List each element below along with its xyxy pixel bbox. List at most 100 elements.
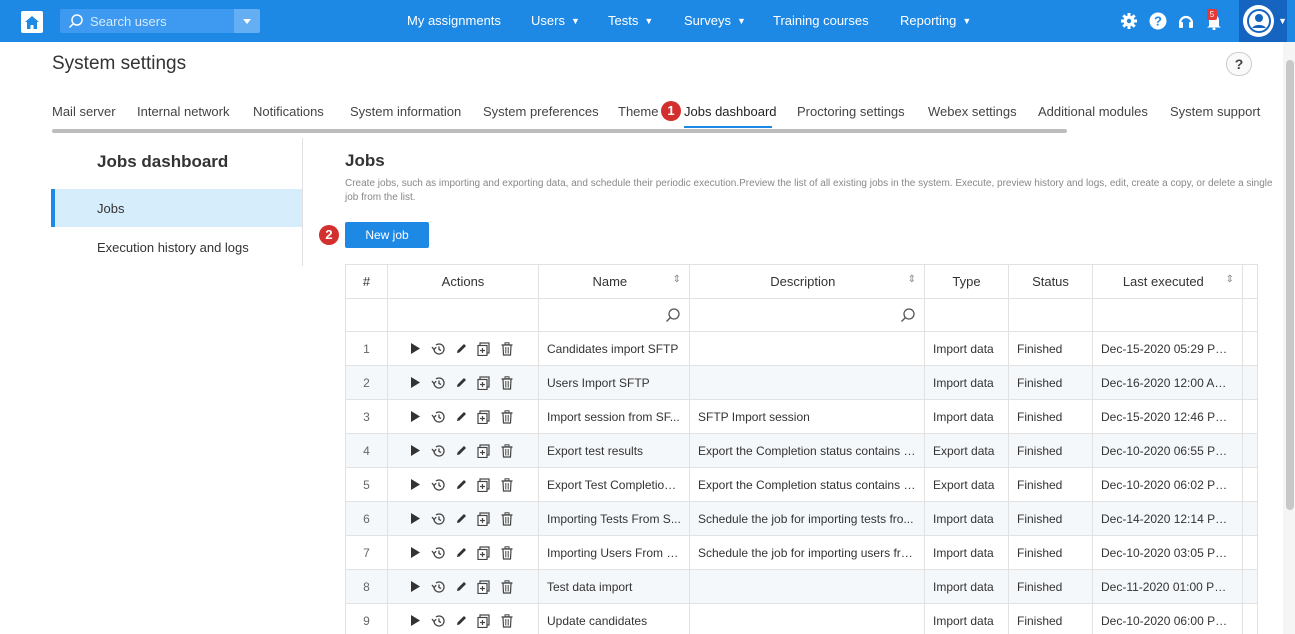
history-icon[interactable] [431, 580, 445, 594]
edit-icon[interactable] [454, 478, 468, 492]
sidebar-item-execution-history[interactable]: Execution history and logs [51, 228, 302, 266]
nav-reporting[interactable]: Reporting ▼ [900, 13, 971, 28]
table-row[interactable]: 8 Test data import Import data Finished … [345, 569, 1258, 604]
headset-icon[interactable] [1175, 10, 1197, 32]
page-scrollbar-thumb[interactable] [1286, 60, 1294, 510]
search-dropdown-toggle[interactable] [234, 9, 260, 33]
tab-webex-settings[interactable]: Webex settings [928, 104, 1017, 119]
table-row[interactable]: 6 Importing Tests From S... Schedule the… [345, 501, 1258, 536]
history-icon[interactable] [431, 512, 445, 526]
edit-icon[interactable] [454, 410, 468, 424]
delete-icon[interactable] [500, 579, 514, 594]
table-row[interactable]: 4 Export test results Export the Complet… [345, 433, 1258, 468]
copy-icon[interactable] [477, 477, 491, 492]
table-row[interactable]: 5 Export Test Completion ... Export the … [345, 467, 1258, 502]
edit-icon[interactable] [454, 546, 468, 560]
delete-icon[interactable] [500, 341, 514, 356]
execute-icon[interactable] [408, 376, 422, 390]
edit-icon[interactable] [454, 614, 468, 628]
row-actions-cell [387, 433, 539, 468]
search-icon[interactable] [665, 307, 681, 323]
history-icon[interactable] [431, 376, 445, 390]
home-icon[interactable] [21, 11, 43, 33]
execute-icon[interactable] [408, 478, 422, 492]
tab-internal-network[interactable]: Internal network [137, 104, 230, 119]
delete-icon[interactable] [500, 477, 514, 492]
table-row[interactable]: 1 Candidates import SFTP Import data Fin… [345, 331, 1258, 366]
edit-icon[interactable] [454, 580, 468, 594]
execute-icon[interactable] [408, 342, 422, 356]
table-row[interactable]: 9 Update candidates Import data Finished… [345, 603, 1258, 634]
copy-icon[interactable] [477, 613, 491, 628]
tab-system-information[interactable]: System information [350, 104, 461, 119]
history-icon[interactable] [431, 410, 445, 424]
execute-icon[interactable] [408, 444, 422, 458]
delete-icon[interactable] [500, 545, 514, 560]
edit-icon[interactable] [454, 512, 468, 526]
tab-notifications[interactable]: Notifications [253, 104, 324, 119]
execute-icon[interactable] [408, 546, 422, 560]
tab-additional-modules[interactable]: Additional modules [1038, 104, 1148, 119]
page-help-button[interactable]: ? [1226, 52, 1252, 76]
history-icon[interactable] [431, 546, 445, 560]
row-description [689, 603, 925, 634]
row-name: Import session from SF... [538, 399, 690, 434]
history-icon[interactable] [431, 342, 445, 356]
step-marker-2: 2 [319, 225, 339, 245]
table-row[interactable]: 2 Users Import SFTP Import data Finished… [345, 365, 1258, 400]
description-filter[interactable] [689, 298, 925, 332]
table-row[interactable]: 3 Import session from SF... SFTP Import … [345, 399, 1258, 434]
history-icon[interactable] [431, 478, 445, 492]
delete-icon[interactable] [500, 375, 514, 390]
execute-icon[interactable] [408, 512, 422, 526]
sort-icon[interactable]: ⇕ [908, 274, 916, 285]
nav-tests[interactable]: Tests ▼ [608, 13, 653, 28]
history-icon[interactable] [431, 614, 445, 628]
copy-icon[interactable] [477, 341, 491, 356]
user-menu[interactable]: ▼ [1239, 0, 1287, 42]
copy-icon[interactable] [477, 409, 491, 424]
nav-my-assignments[interactable]: My assignments [407, 13, 501, 28]
execute-icon[interactable] [408, 614, 422, 628]
gear-icon[interactable] [1118, 10, 1140, 32]
tab-system-preferences[interactable]: System preferences [483, 104, 599, 119]
sort-icon[interactable]: ⇕ [1226, 274, 1234, 285]
edit-icon[interactable] [454, 342, 468, 356]
edit-icon[interactable] [454, 376, 468, 390]
search-users-box[interactable] [60, 9, 260, 33]
caret-down-icon: ▼ [644, 16, 654, 26]
nav-training-courses[interactable]: Training courses [773, 13, 869, 28]
new-job-button[interactable]: New job [345, 222, 429, 248]
name-filter[interactable] [538, 298, 690, 332]
column-header-name[interactable]: Name ⇕ [538, 264, 690, 299]
copy-icon[interactable] [477, 375, 491, 390]
tab-theme[interactable]: Theme [618, 104, 658, 119]
tab-jobs-dashboard[interactable]: Jobs dashboard [684, 104, 777, 119]
copy-icon[interactable] [477, 579, 491, 594]
tabs-scrollbar[interactable] [52, 129, 1067, 133]
column-header-last-executed[interactable]: Last executed ⇕ [1092, 264, 1243, 299]
copy-icon[interactable] [477, 545, 491, 560]
execute-icon[interactable] [408, 410, 422, 424]
delete-icon[interactable] [500, 409, 514, 424]
table-row[interactable]: 7 Importing Users From F... Schedule the… [345, 535, 1258, 570]
delete-icon[interactable] [500, 511, 514, 526]
nav-users[interactable]: Users ▼ [531, 13, 580, 28]
search-users-input[interactable] [90, 13, 230, 29]
delete-icon[interactable] [500, 613, 514, 628]
tab-proctoring-settings[interactable]: Proctoring settings [797, 104, 905, 119]
sort-icon[interactable]: ⇕ [673, 274, 681, 285]
edit-icon[interactable] [454, 444, 468, 458]
tab-mail-server[interactable]: Mail server [52, 104, 116, 119]
help-icon[interactable]: ? [1147, 10, 1169, 32]
execute-icon[interactable] [408, 580, 422, 594]
search-icon[interactable] [900, 307, 916, 323]
copy-icon[interactable] [477, 511, 491, 526]
nav-surveys[interactable]: Surveys ▼ [684, 13, 746, 28]
sidebar-item-jobs[interactable]: Jobs [51, 189, 302, 227]
delete-icon[interactable] [500, 443, 514, 458]
column-header-description[interactable]: Description ⇕ [689, 264, 925, 299]
copy-icon[interactable] [477, 443, 491, 458]
tab-system-support[interactable]: System support [1170, 104, 1260, 119]
history-icon[interactable] [431, 444, 445, 458]
